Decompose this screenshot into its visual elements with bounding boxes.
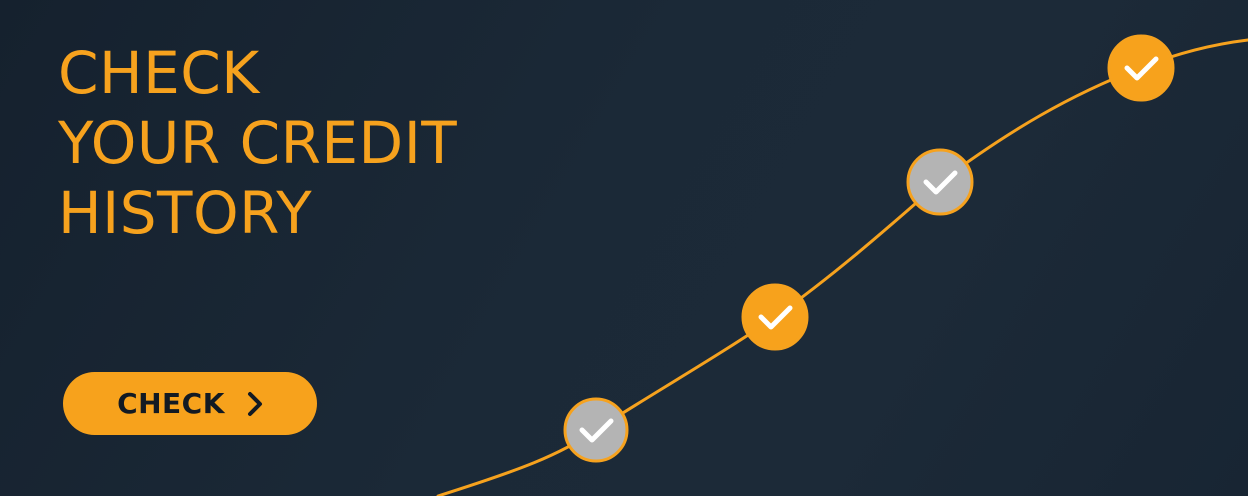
step-circle bbox=[906, 148, 974, 216]
headline-line-2: YOUR CREDIT bbox=[58, 109, 458, 177]
credit-history-banner: CHECK YOUR CREDIT HISTORY CHECK bbox=[0, 0, 1248, 496]
check-button[interactable]: CHECK bbox=[63, 372, 317, 435]
step-circle bbox=[1107, 34, 1175, 102]
progress-step-4 bbox=[1107, 34, 1175, 102]
step-circle bbox=[563, 397, 629, 463]
chevron-right-icon bbox=[247, 391, 262, 416]
headline-line-1: CHECK bbox=[58, 39, 260, 107]
progress-step-3 bbox=[906, 148, 974, 216]
check-button-label: CHECK bbox=[117, 387, 225, 420]
progress-step-2 bbox=[741, 283, 809, 351]
step-circle bbox=[741, 283, 809, 351]
headline: CHECK YOUR CREDIT HISTORY bbox=[58, 38, 457, 248]
progress-curve bbox=[436, 38, 1248, 496]
progress-step-1 bbox=[563, 397, 629, 463]
headline-line-3: HISTORY bbox=[58, 179, 313, 247]
